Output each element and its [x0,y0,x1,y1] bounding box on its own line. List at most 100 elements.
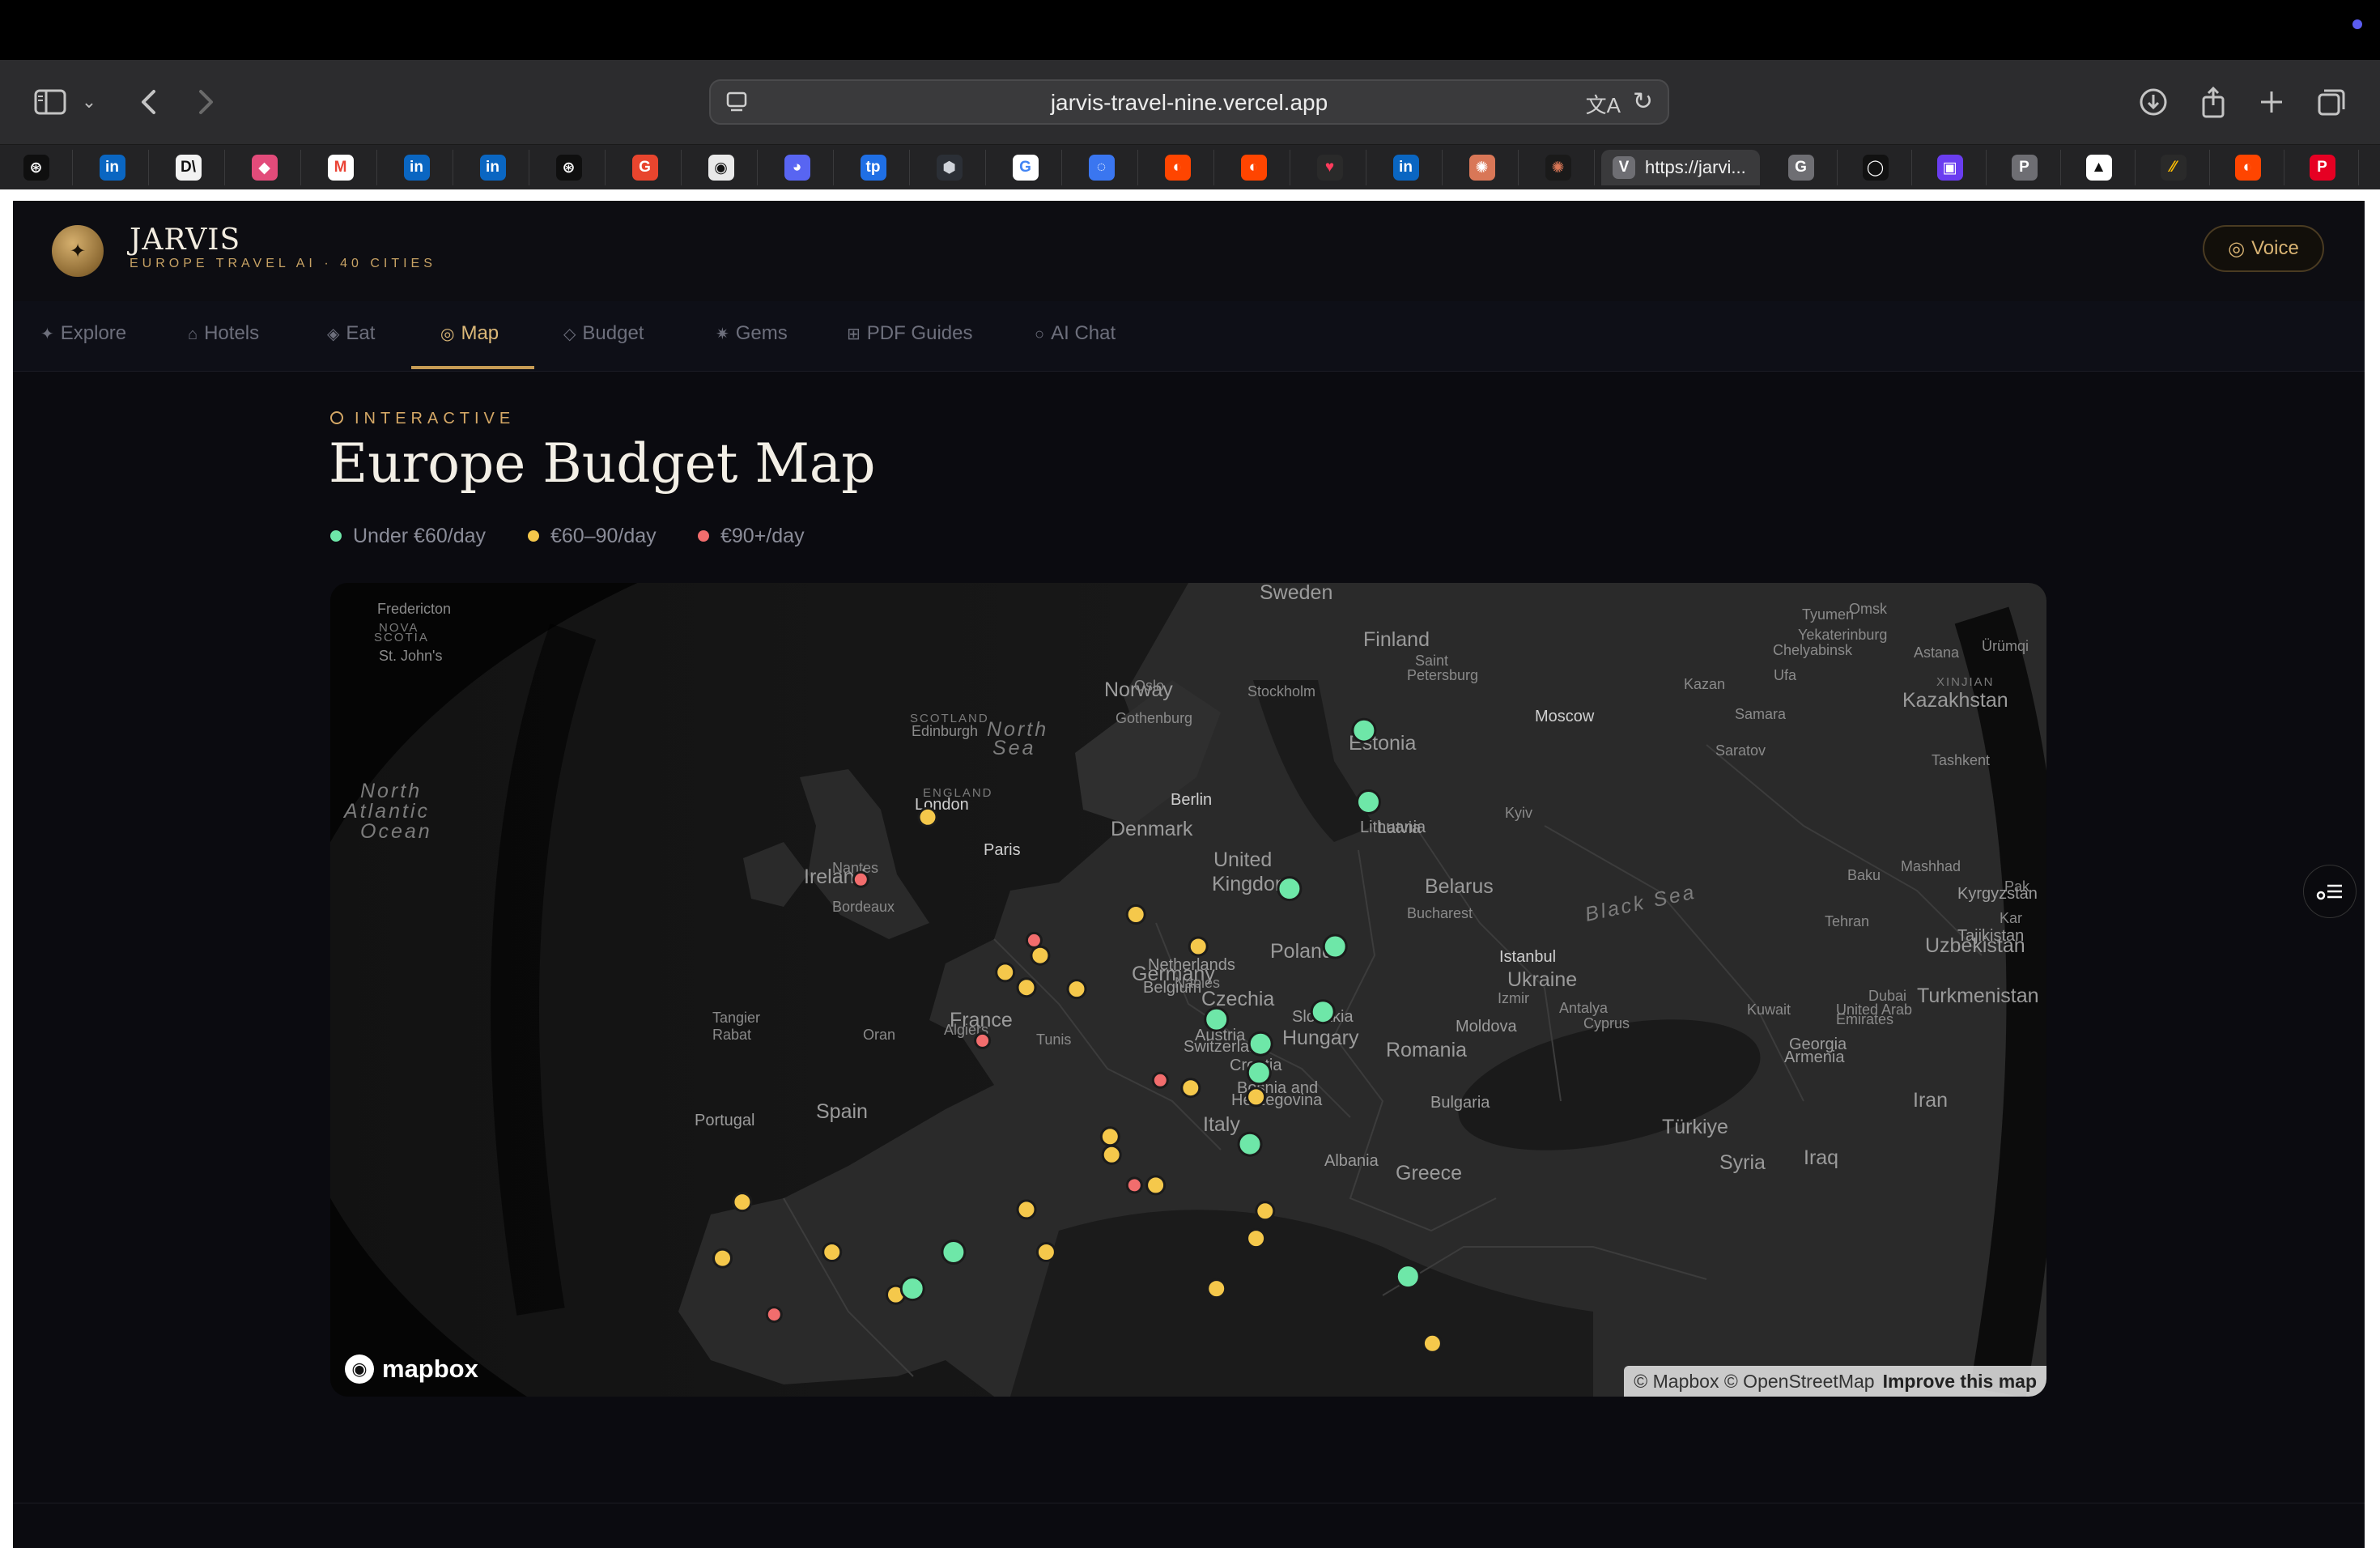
city-marker-yellow[interactable] [822,1242,843,1262]
browser-tab[interactable]: in [380,150,453,185]
city-marker-green[interactable] [1237,1131,1263,1157]
address-bar[interactable]: jarvis-travel-nine.vercel.app 文A ↻ [709,79,1669,125]
city-marker-yellow[interactable] [917,806,938,827]
tab-overview-icon[interactable] [2309,79,2354,125]
city-marker-yellow[interactable] [1246,1087,1267,1108]
city-marker-green[interactable] [1247,1031,1273,1057]
browser-tab[interactable]: G [1765,150,1838,185]
city-marker-yellow[interactable] [1206,1278,1227,1299]
voice-button[interactable]: ◎ Voice [2203,225,2324,272]
browser-tab[interactable]: ◕ [761,150,834,185]
system-menubar [0,0,2380,60]
city-marker-yellow[interactable] [1066,979,1087,1000]
browser-tab[interactable]: ◐ [1141,150,1214,185]
city-marker-green[interactable] [1322,933,1348,959]
browser-tab[interactable]: ⊛ [533,150,606,185]
city-marker-yellow[interactable] [1099,1126,1120,1147]
city-marker-green[interactable] [1351,717,1377,743]
browser-tab[interactable]: ◐ [1218,150,1290,185]
city-marker-green[interactable] [1356,789,1381,814]
browser-tab[interactable]: ◐ [2212,150,2284,185]
browser-tab[interactable]: P [2286,150,2359,185]
city-marker-red[interactable] [1025,931,1043,949]
browser-tab[interactable]: tp [837,150,910,185]
city-marker-red[interactable] [974,1031,992,1049]
attribution-text[interactable]: © Mapbox © OpenStreetMap [1634,1371,1874,1393]
city-marker-yellow[interactable] [1101,1144,1122,1165]
map-label: Rabat [712,1027,751,1043]
back-arrow-icon[interactable] [126,79,172,125]
tab-budget[interactable]: ◇ Budget [563,322,644,345]
g-grey-icon: G [1787,155,1814,181]
city-marker-red[interactable] [1125,1176,1143,1194]
city-marker-green[interactable] [1246,1060,1272,1086]
tab-ai-chat[interactable]: ○ AI Chat [1035,322,1116,345]
tab-map[interactable]: ◎ Map [440,322,499,345]
browser-tab[interactable]: ⊛ [0,150,73,185]
city-marker-green[interactable] [899,1276,925,1302]
city-marker-green[interactable] [941,1240,967,1265]
city-marker-yellow[interactable] [1180,1078,1201,1099]
city-marker-yellow[interactable] [712,1248,733,1269]
tab-hotels[interactable]: ⌂ Hotels [188,322,259,345]
improve-map-link[interactable]: Improve this map [1883,1371,2037,1393]
logo-icon[interactable]: ✦ [52,225,104,277]
chevron-down-icon[interactable]: ⌄ [73,79,105,125]
map-canvas[interactable]: SwedenFinlandNorwayEstoniaDenmarkUnitedK… [330,583,2046,1397]
new-tab-plus-icon[interactable] [2249,79,2294,125]
browser-tab[interactable]: ▲ [2063,150,2136,185]
tab-explore[interactable]: ✦ Explore [40,322,126,345]
browser-tab[interactable]: in [1370,150,1443,185]
city-marker-yellow[interactable] [1035,1242,1056,1262]
tab-eat[interactable]: ◈ Eat [327,322,375,345]
browser-tab[interactable]: P [1988,150,2061,185]
browser-tab[interactable]: ✺ [1446,150,1519,185]
city-marker-yellow[interactable] [1255,1201,1276,1222]
budget-map[interactable]: Sweden Finland Norway Estonia Denmark United K… [330,583,2046,1397]
browser-tab[interactable]: ◌ [1065,150,1138,185]
city-marker-yellow[interactable] [1246,1228,1267,1249]
browser-tab[interactable]: in [76,150,149,185]
sidebar-toggle-icon[interactable] [28,79,73,125]
browser-tab[interactable]: ▣ [1914,150,1987,185]
browser-tab[interactable]: D\ [152,150,225,185]
forward-arrow-icon[interactable] [183,79,228,125]
side-panel-toggle-icon[interactable] [2303,865,2357,918]
tab-pdf-guides[interactable]: ⊞ PDF Guides [847,322,972,345]
city-marker-yellow[interactable] [995,962,1016,983]
download-icon[interactable] [2131,79,2176,125]
browser-tab[interactable]: ♥ [1294,150,1366,185]
browser-tab[interactable]: in [457,150,529,185]
browser-tab[interactable]: ◆ [228,150,301,185]
translate-icon[interactable]: 文A [1586,89,1621,119]
city-marker-green[interactable] [1204,1006,1230,1032]
browser-tab[interactable]: G [989,150,1062,185]
city-marker-red[interactable] [765,1306,783,1324]
city-marker-red[interactable] [852,870,869,888]
city-marker-yellow[interactable] [1016,1199,1037,1220]
browser-tab[interactable]: G [609,150,682,185]
city-marker-green[interactable] [1310,999,1336,1025]
city-marker-yellow[interactable] [1016,977,1037,998]
share-icon[interactable] [2191,79,2236,125]
reload-icon[interactable]: ↻ [1633,87,1653,116]
browser-tab[interactable]: ✺ [1522,150,1595,185]
city-marker-yellow[interactable] [1030,945,1051,966]
city-marker-yellow[interactable] [1145,1175,1167,1196]
browser-tab-active[interactable]: Vhttps://jarvi... [1601,150,1760,185]
city-marker-yellow[interactable] [732,1192,753,1213]
browser-tab[interactable]: M [304,150,377,185]
city-marker-yellow[interactable] [1188,936,1209,957]
city-marker-green[interactable] [1395,1264,1421,1290]
url-text[interactable]: jarvis-travel-nine.vercel.app [711,90,1668,116]
browser-tab[interactable]: ◉ [685,150,758,185]
browser-tab[interactable]: ◯ [1839,150,1912,185]
tab-gems[interactable]: ✷ Gems [716,322,788,345]
city-marker-yellow[interactable] [1125,904,1146,925]
city-marker-yellow[interactable] [1422,1333,1443,1354]
mapbox-logo[interactable]: ◉ mapbox [345,1354,478,1384]
city-marker-green[interactable] [1277,876,1303,902]
browser-tab[interactable]: ⁄⁄ [2137,150,2210,185]
city-marker-red[interactable] [1151,1071,1169,1089]
browser-tab[interactable]: ⬢ [913,150,986,185]
